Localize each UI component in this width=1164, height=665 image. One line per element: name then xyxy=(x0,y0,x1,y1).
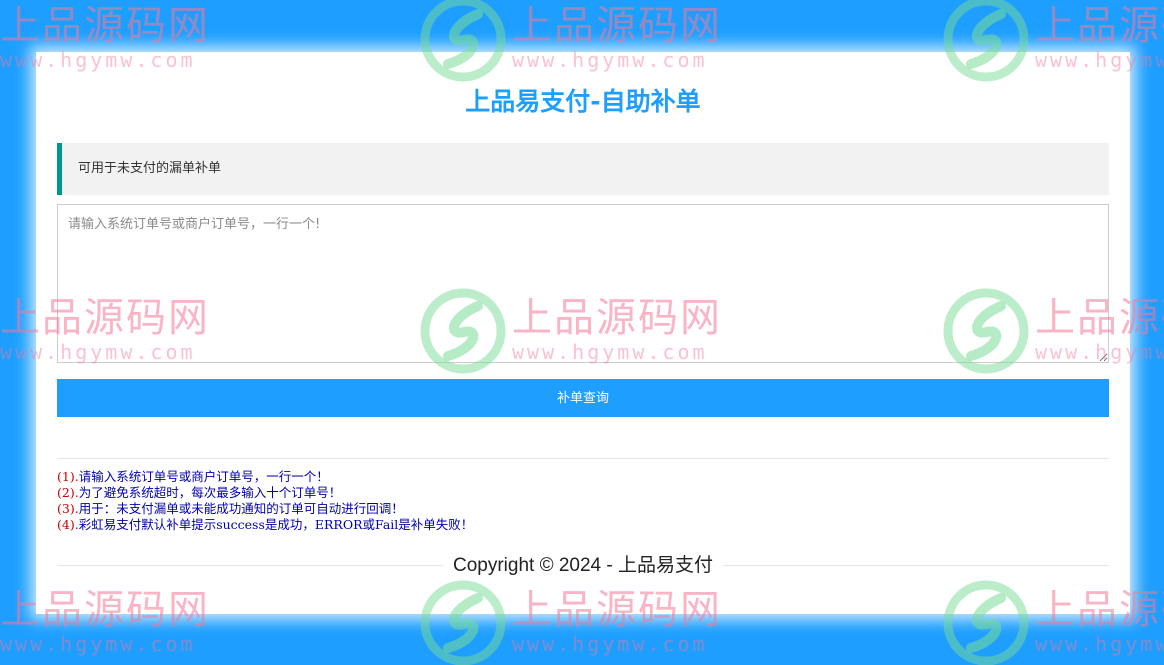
tip-item: (4).彩虹易支付默认补单提示success是成功，ERROR或Fail是补单失… xyxy=(57,517,474,532)
tip-item: (2).为了避免系统超时，每次最多输入十个订单号！ xyxy=(57,485,342,500)
page-title: 上品易支付-自助补单 xyxy=(465,87,701,116)
query-submit-button[interactable]: 补单查询 xyxy=(57,379,1109,417)
tip-item: (3).用于：未支付漏单或未能成功通知的订单可自动进行回调！ xyxy=(57,501,404,516)
copyright-text: Copyright © 2024 - 上品易支付 xyxy=(442,552,724,580)
notice-box: 可用于未支付的漏单补单 xyxy=(57,143,1109,195)
self-service-card: 上品易支付-自助补单 可用于未支付的漏单补单 补单查询 (1).请输入系统订单号… xyxy=(36,52,1130,614)
tips-list: (1).请输入系统订单号或商户订单号，一行一个！ (2).为了避免系统超时，每次… xyxy=(57,469,473,533)
divider xyxy=(57,458,1109,459)
tip-item: (1).请输入系统订单号或商户订单号，一行一个！ xyxy=(57,469,329,484)
order-number-input[interactable] xyxy=(57,204,1109,363)
page: 上品易支付-自助补单 可用于未支付的漏单补单 补单查询 (1).请输入系统订单号… xyxy=(0,0,1164,665)
footer: Copyright © 2024 - 上品易支付 xyxy=(57,552,1109,580)
